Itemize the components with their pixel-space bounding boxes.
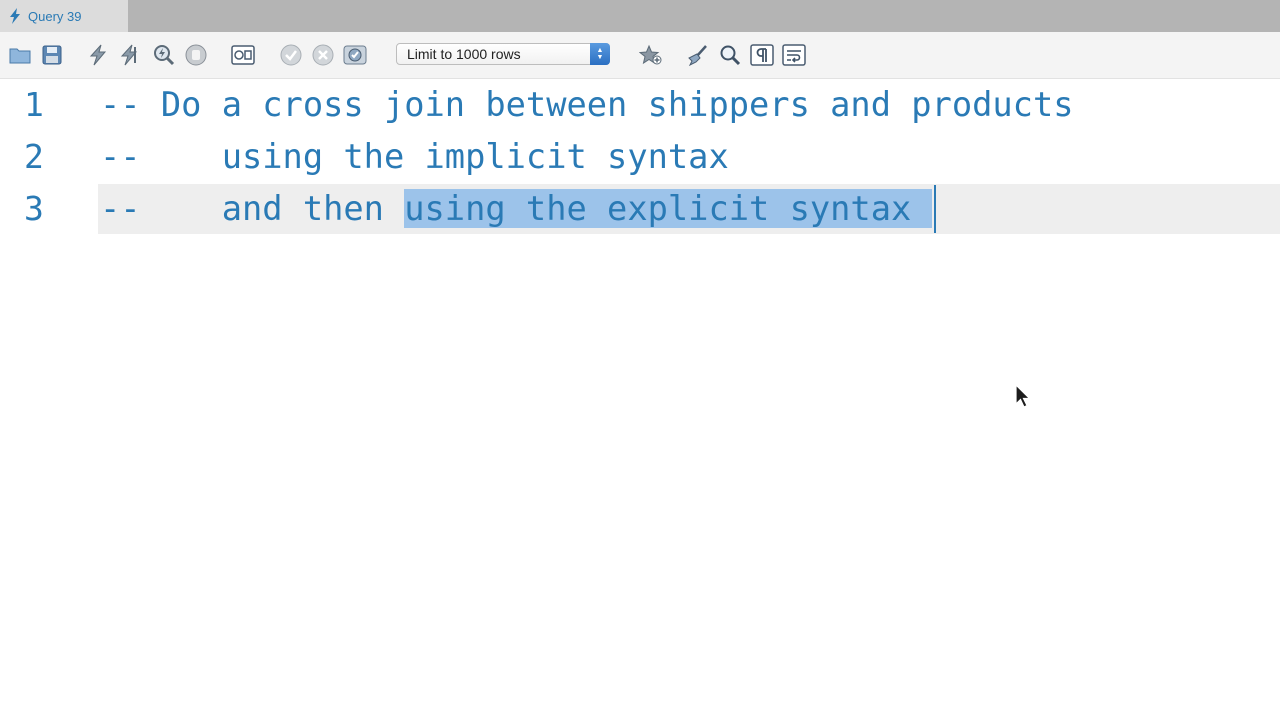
execute-current-button[interactable] [118, 43, 142, 67]
editor-line: 1 -- Do a cross join between shippers an… [0, 80, 1280, 130]
lightning-icon [89, 44, 107, 66]
lightning-icon [10, 8, 20, 24]
editor-line: 2 -- using the implicit syntax [0, 132, 1280, 182]
text-selection: using the explicit syntax [404, 189, 932, 228]
explain-button[interactable] [152, 43, 176, 67]
wrap-icon [782, 44, 806, 66]
tab-query[interactable]: Query 39 [0, 0, 128, 32]
open-file-button[interactable] [8, 43, 32, 67]
save-file-button[interactable] [40, 43, 64, 67]
folder-icon [9, 48, 31, 64]
add-snippet-button[interactable] [639, 43, 663, 67]
text-caret [933, 184, 936, 233]
pilcrow-icon [750, 44, 774, 66]
line-code: -- using the implicit syntax [100, 137, 729, 176]
mouse-pointer-icon [1015, 384, 1031, 408]
commit-button[interactable] [279, 43, 303, 67]
sql-editor[interactable]: 1 -- Do a cross join between shippers an… [0, 79, 1280, 720]
line-number: 2 [24, 137, 44, 176]
line-number: 1 [24, 85, 44, 124]
lightning-cursor-icon [120, 44, 138, 66]
x-circle-icon [312, 44, 334, 66]
rollback-button[interactable] [311, 43, 335, 67]
stop-icon [185, 44, 207, 66]
magnifier-icon [154, 45, 175, 66]
line-code: -- Do a cross join between shippers and … [100, 85, 1074, 124]
results-icon [231, 45, 255, 65]
beautify-button[interactable] [686, 43, 710, 67]
save-icon [42, 45, 62, 65]
sql-editor-toolbar [0, 32, 1280, 79]
word-wrap-button[interactable] [782, 43, 806, 67]
check-circle-icon [280, 44, 302, 66]
broom-icon [688, 45, 707, 66]
limit-rows-select[interactable]: Limit to 1000 rows ▲ ▼ [396, 43, 610, 65]
line-number: 3 [24, 189, 44, 228]
line-code-unselected: -- and then [100, 189, 405, 228]
chevron-updown-icon: ▲ ▼ [590, 43, 610, 65]
tab-bar: Query 39 [0, 0, 1280, 32]
execute-button[interactable] [86, 43, 110, 67]
invisible-characters-button[interactable] [750, 43, 774, 67]
line-code: -- and then using the explicit syntax [100, 184, 936, 234]
find-button[interactable] [718, 43, 742, 67]
autocommit-button[interactable] [343, 43, 367, 67]
autocommit-icon [343, 45, 367, 65]
search-icon [720, 45, 741, 66]
editor-line-current: 3 -- and then using the explicit syntax [0, 184, 1280, 234]
limit-rows-value: Limit to 1000 rows [407, 46, 521, 62]
stop-button[interactable] [184, 43, 208, 67]
toggle-results-button[interactable] [231, 43, 255, 67]
star-icon [639, 44, 662, 65]
tab-title: Query 39 [28, 8, 82, 24]
